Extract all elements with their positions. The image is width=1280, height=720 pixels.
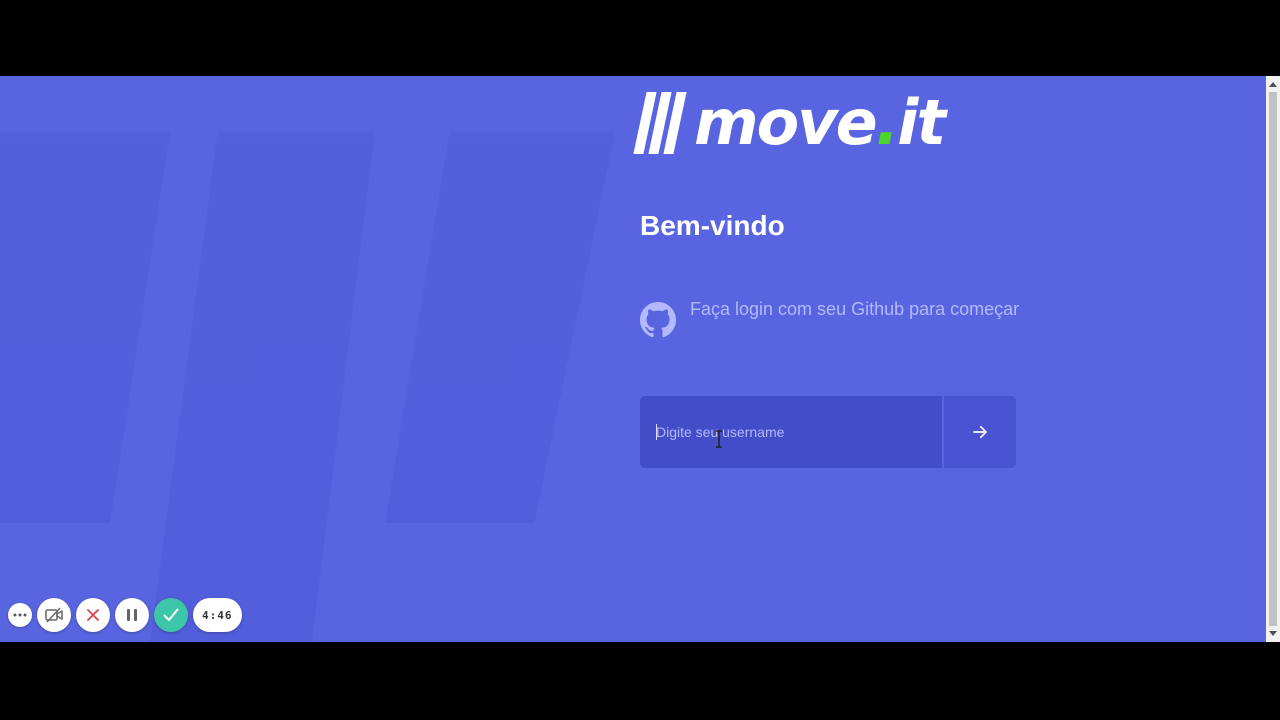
close-icon: [87, 609, 99, 621]
logo-mark: [633, 92, 687, 154]
vertical-scrollbar[interactable]: [1266, 76, 1280, 642]
cancel-recording-button[interactable]: [76, 598, 110, 632]
recorder-toolbar: 4:46: [8, 598, 242, 632]
check-icon: [163, 608, 179, 621]
scroll-up-icon[interactable]: [1269, 82, 1277, 87]
pause-recording-button[interactable]: [115, 598, 149, 632]
username-input[interactable]: [640, 396, 942, 468]
page-title: Bem-vindo: [640, 210, 785, 241]
github-login-hint: Faça login com seu Github para começar: [640, 298, 1020, 338]
page-viewport: [0, 76, 1266, 642]
video-off-icon: [45, 607, 63, 623]
github-icon: [640, 302, 676, 338]
logo-wordmark: move.it: [694, 86, 946, 159]
camera-toggle-button[interactable]: [37, 598, 71, 632]
pause-icon: [127, 609, 137, 621]
more-options-button[interactable]: [8, 603, 32, 627]
more-dots-icon: [13, 613, 27, 617]
recording-timer: 4:46: [193, 598, 242, 632]
github-login-message: Faça login com seu Github para começar: [690, 299, 1020, 319]
background-stripe: [385, 132, 615, 524]
arrow-right-icon: [973, 425, 987, 439]
submit-button[interactable]: [944, 396, 1016, 468]
scroll-down-icon[interactable]: [1269, 631, 1277, 636]
text-caret: [656, 424, 657, 440]
app-logo: move.it: [633, 86, 946, 159]
text-cursor-icon: [716, 430, 722, 448]
finish-recording-button[interactable]: [154, 598, 188, 632]
background-stripe: [150, 132, 375, 642]
background-stripe: [0, 132, 170, 524]
scroll-thumb[interactable]: [1269, 92, 1277, 626]
login-form: [640, 396, 1016, 468]
